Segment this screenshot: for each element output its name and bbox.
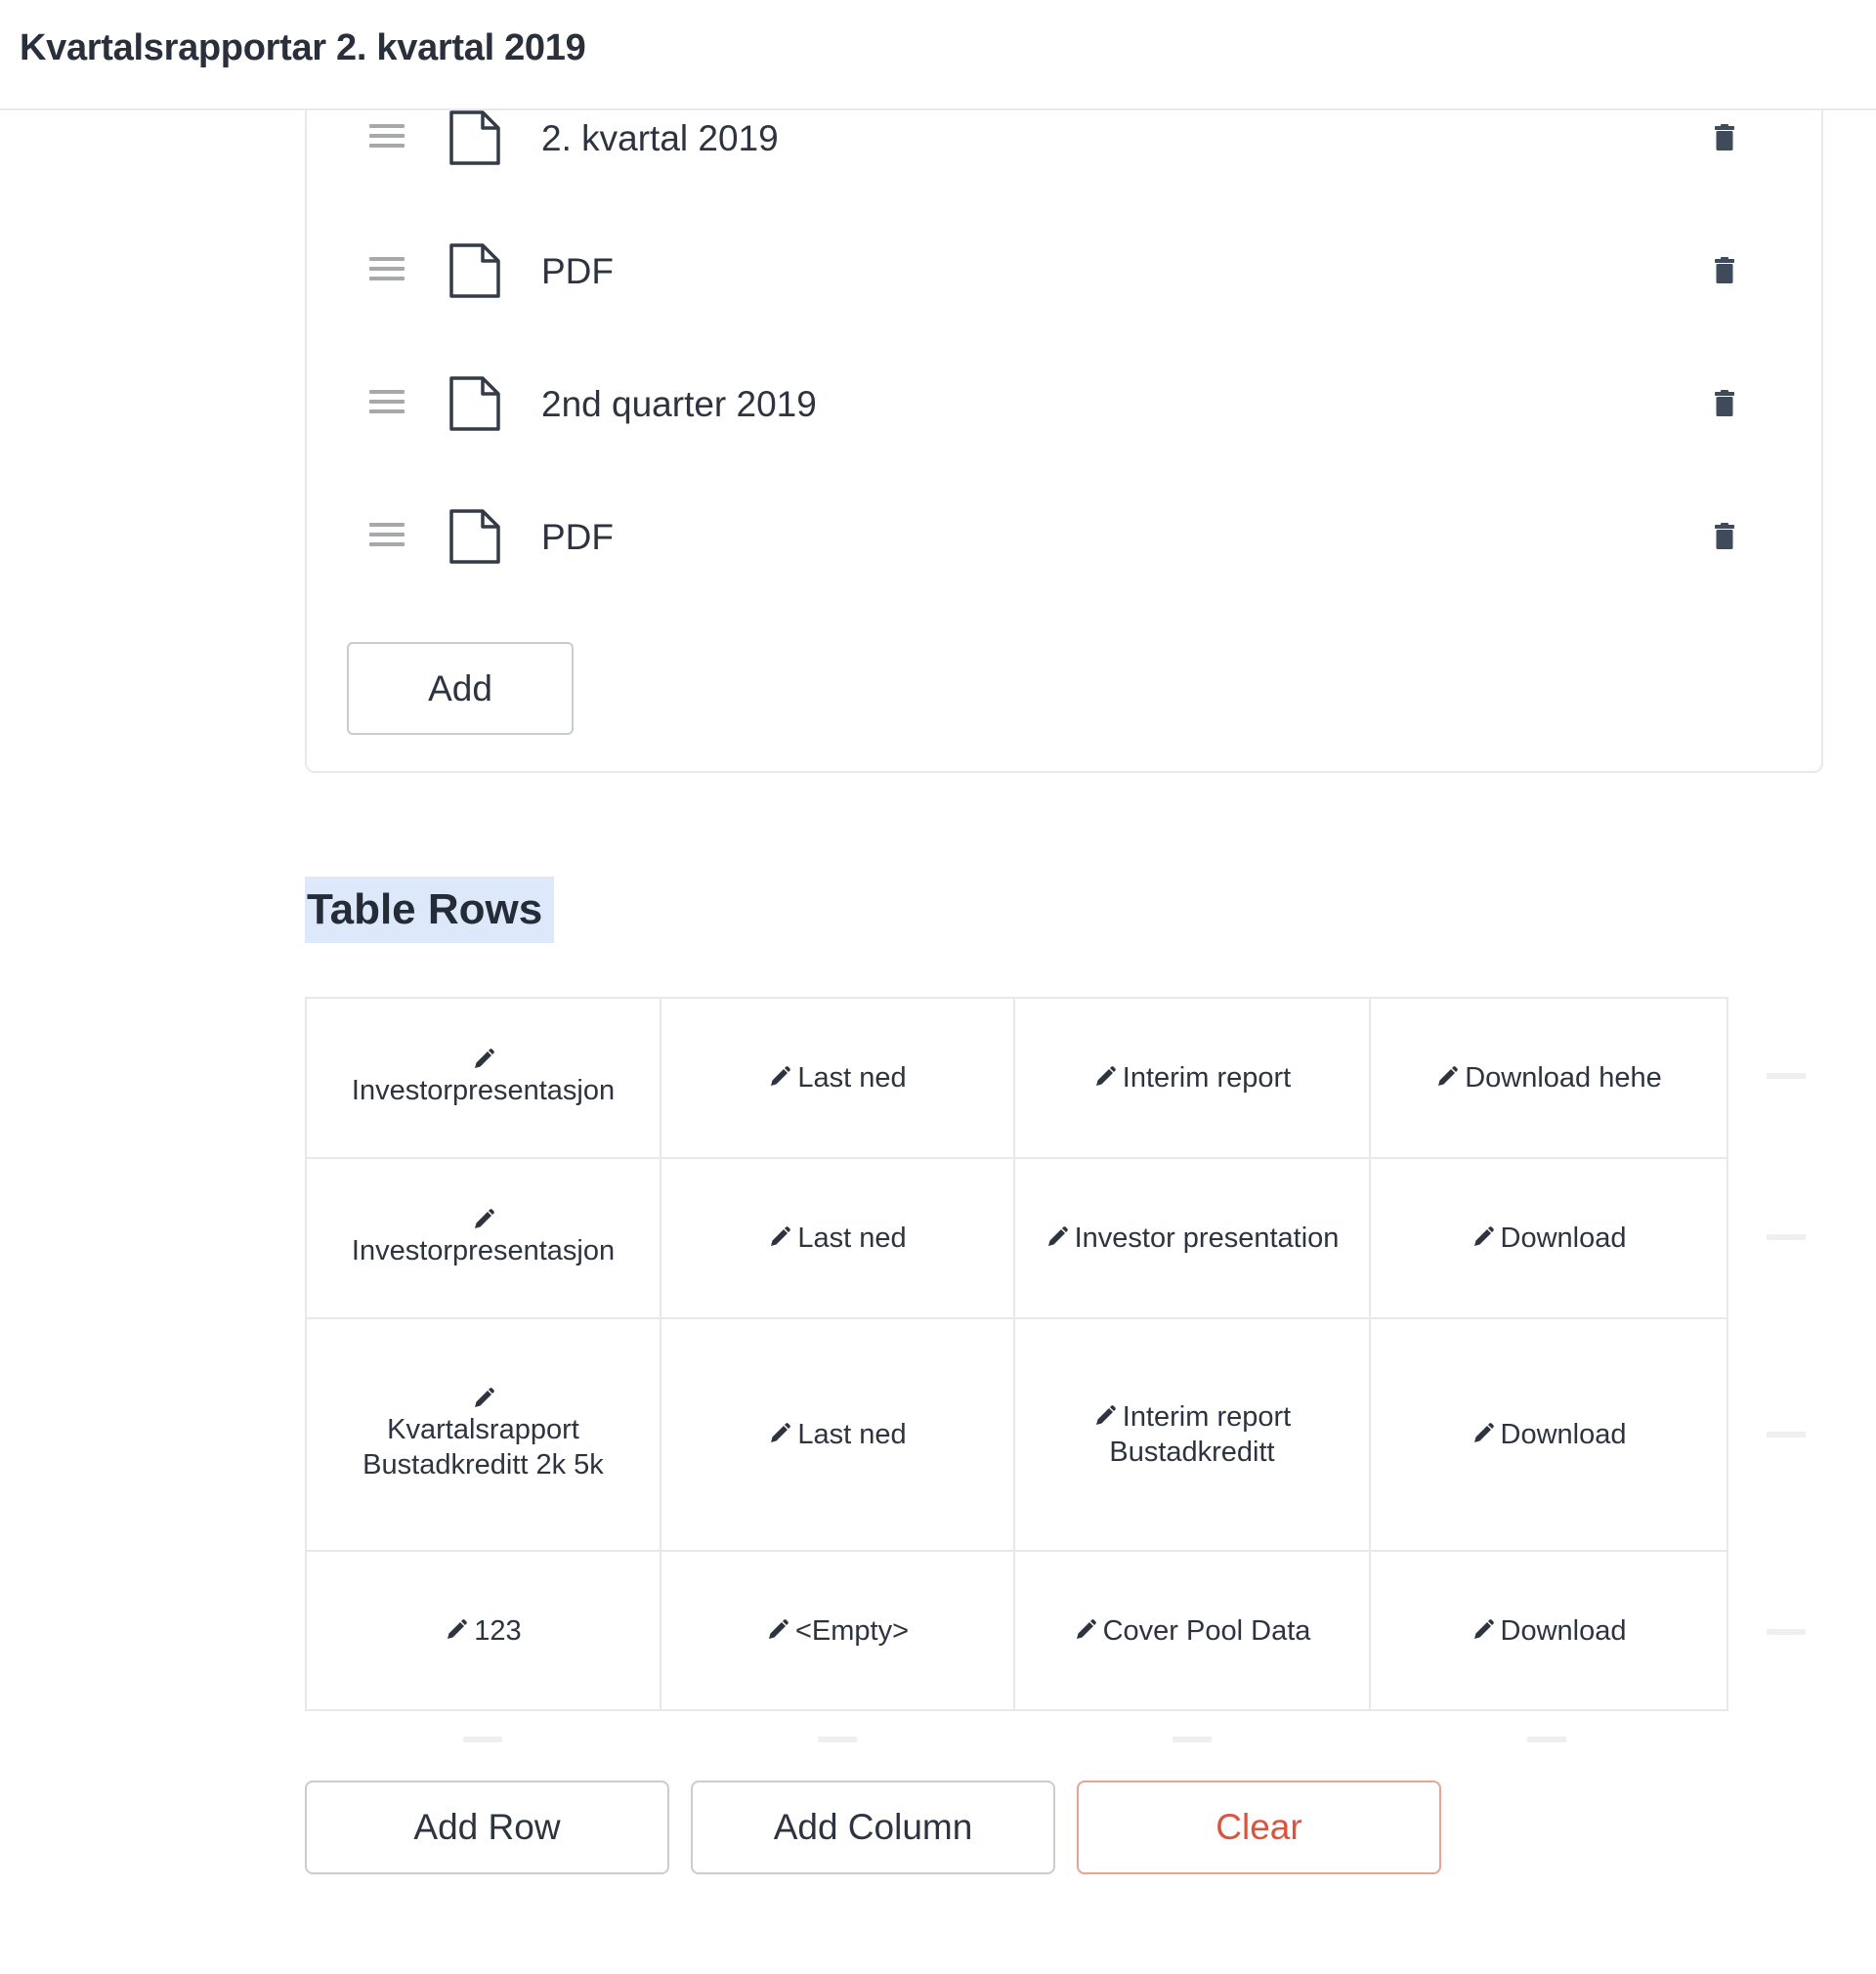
row-drag-handle[interactable] <box>1767 1073 1806 1079</box>
table-row: 123 <Empty> Cover Pool Data Download <box>305 1550 1728 1711</box>
file-list-item: PDF <box>307 232 1821 310</box>
pencil-icon[interactable] <box>766 1618 789 1642</box>
cell-text: Kvartalsrapport Bustadkreditt 2k 5k <box>362 1414 604 1480</box>
file-name[interactable]: PDF <box>541 517 614 558</box>
table-rows-grid: Investorpresentasjon Last ned Interim repo… <box>305 997 1728 1711</box>
cell-text: Last ned <box>797 1223 907 1254</box>
pencil-icon[interactable] <box>1471 1225 1495 1249</box>
cell-text: Download <box>1500 1614 1627 1647</box>
trash-icon[interactable] <box>1714 523 1735 550</box>
table-row: Investorpresentasjon Last ned Investor pre… <box>305 1157 1728 1319</box>
pencil-icon[interactable] <box>768 1065 791 1089</box>
add-column-button[interactable]: Add Column <box>691 1781 1055 1874</box>
cell-text: Interim report <box>1122 1062 1292 1094</box>
pencil-icon[interactable] <box>445 1618 468 1642</box>
file-icon <box>449 243 500 298</box>
pencil-icon[interactable] <box>768 1225 791 1249</box>
table-cell[interactable]: Last ned <box>660 1157 1015 1319</box>
top-bar: Kvartalsrapportar 2. kvartal 2019 <box>0 0 1876 110</box>
table-cell[interactable]: Last ned <box>660 1317 1015 1552</box>
table-cell[interactable]: Investorpresentasjon <box>305 997 661 1159</box>
drag-handle-icon[interactable] <box>369 390 405 417</box>
cell-text: Download <box>1500 1223 1627 1254</box>
trash-icon[interactable] <box>1714 257 1735 284</box>
table-cell[interactable]: Download <box>1369 1550 1728 1711</box>
table-cell[interactable]: <Empty> <box>660 1550 1015 1711</box>
add-file-button[interactable]: Add <box>347 642 574 735</box>
file-icon <box>449 110 500 165</box>
pencil-icon[interactable] <box>768 1422 791 1445</box>
cell-text: Investor presentation <box>1074 1223 1340 1254</box>
pencil-icon[interactable] <box>472 1208 495 1231</box>
table-cell[interactable]: Download hehe <box>1369 997 1728 1159</box>
file-list-item: 2. kvartal 2019 <box>307 99 1821 177</box>
row-drag-handle[interactable] <box>1767 1629 1806 1635</box>
pencil-icon[interactable] <box>472 1387 495 1410</box>
pencil-icon[interactable] <box>1435 1065 1459 1089</box>
file-icon <box>449 376 500 431</box>
table-cell[interactable]: Last ned <box>660 997 1015 1159</box>
file-name[interactable]: 2nd quarter 2019 <box>541 384 817 425</box>
table-cell[interactable]: Interim report <box>1013 997 1371 1159</box>
pencil-icon[interactable] <box>1093 1404 1117 1428</box>
cell-text: Investorpresentasjon <box>351 1235 616 1266</box>
cell-text: Download hehe <box>1465 1062 1662 1094</box>
trash-icon[interactable] <box>1714 124 1735 151</box>
add-row-button[interactable]: Add Row <box>305 1781 669 1874</box>
row-drag-handle[interactable] <box>1767 1432 1806 1438</box>
table-cell[interactable]: Cover Pool Data <box>1013 1550 1371 1711</box>
cell-text: Last ned <box>797 1062 907 1094</box>
cell-text: Investorpresentasjon <box>351 1075 616 1106</box>
cell-text: Last ned <box>797 1419 907 1450</box>
pencil-icon[interactable] <box>472 1048 495 1071</box>
column-drag-handle[interactable] <box>818 1737 857 1742</box>
pencil-icon[interactable] <box>1471 1422 1495 1445</box>
file-name[interactable]: PDF <box>541 251 614 292</box>
cell-text: Cover Pool Data <box>1102 1614 1311 1647</box>
pencil-icon[interactable] <box>1074 1618 1097 1642</box>
file-name[interactable]: 2. kvartal 2019 <box>541 118 779 159</box>
file-list-item: 2nd quarter 2019 <box>307 365 1821 443</box>
file-list-item: PDF <box>307 497 1821 576</box>
table-cell[interactable]: Investorpresentasjon <box>305 1157 661 1319</box>
trash-icon[interactable] <box>1714 390 1735 417</box>
table-row: Kvartalsrapport Bustadkreditt 2k 5k Last … <box>305 1317 1728 1552</box>
table-cell[interactable]: Investor presentation <box>1013 1157 1371 1319</box>
file-icon <box>449 509 500 564</box>
column-drag-handle[interactable] <box>1527 1737 1566 1742</box>
cell-text: <Empty> <box>794 1614 910 1647</box>
pencil-icon[interactable] <box>1471 1618 1495 1642</box>
table-cell[interactable]: Download <box>1369 1317 1728 1552</box>
drag-handle-icon[interactable] <box>369 124 405 151</box>
clear-button[interactable]: Clear <box>1077 1781 1441 1874</box>
column-drag-handle[interactable] <box>463 1737 502 1742</box>
column-drag-handle[interactable] <box>1172 1737 1212 1742</box>
table-cell[interactable]: Interim report Bustadkreditt <box>1013 1317 1371 1552</box>
drag-handle-icon[interactable] <box>369 523 405 550</box>
table-rows-heading: Table Rows <box>305 877 554 943</box>
cell-text: 123 <box>474 1614 522 1647</box>
pencil-icon[interactable] <box>1045 1225 1069 1249</box>
pencil-icon[interactable] <box>1093 1065 1117 1089</box>
table-cell[interactable]: Kvartalsrapport Bustadkreditt 2k 5k <box>305 1317 661 1552</box>
row-drag-handle[interactable] <box>1767 1234 1806 1240</box>
table-cell[interactable]: Download <box>1369 1157 1728 1319</box>
page-title: Kvartalsrapportar 2. kvartal 2019 <box>20 27 586 68</box>
drag-handle-icon[interactable] <box>369 257 405 284</box>
file-list-card: 2. kvartal 2019 PDF 2nd quarter 2019 PDF… <box>305 59 1823 773</box>
cell-text: Download <box>1500 1419 1627 1450</box>
table-cell[interactable]: 123 <box>305 1550 661 1711</box>
cell-text: Interim report Bustadkreditt <box>1109 1401 1292 1468</box>
table-row: Investorpresentasjon Last ned Interim repo… <box>305 997 1728 1159</box>
